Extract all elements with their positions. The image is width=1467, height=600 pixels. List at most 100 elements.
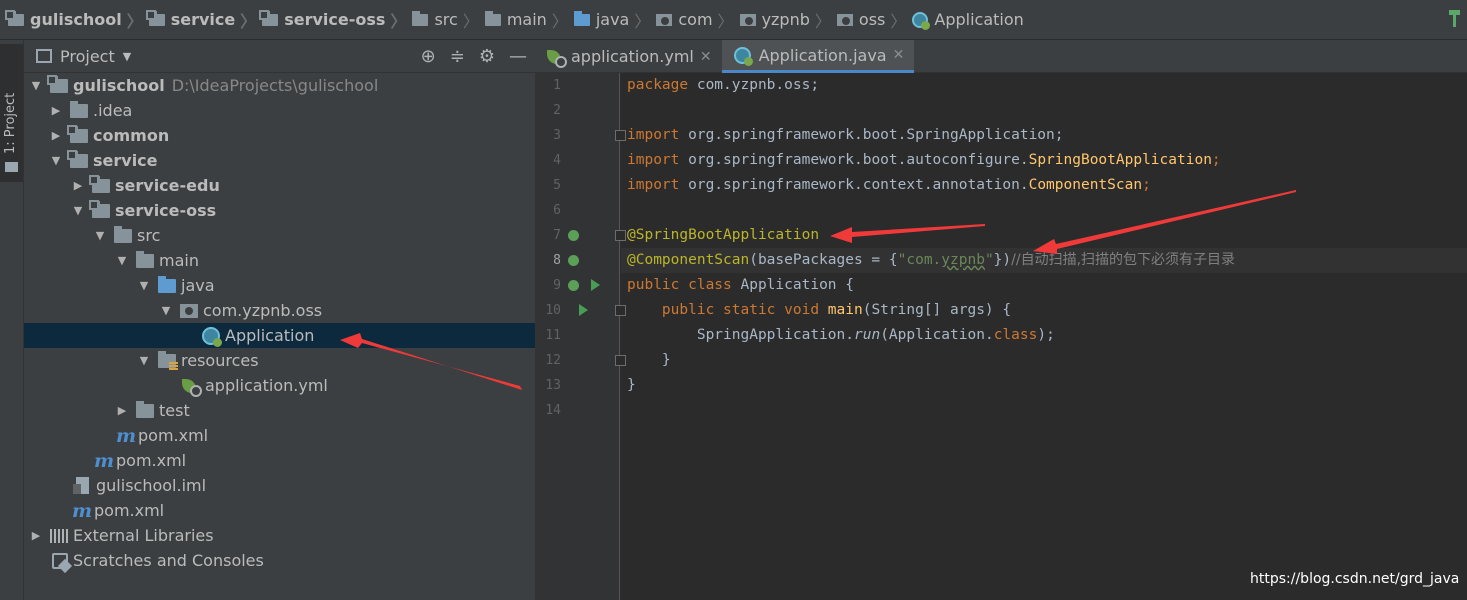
code-line-3: import org.springframework.boot.SpringAp… <box>627 127 1064 143</box>
run-class-icon[interactable] <box>591 279 600 291</box>
collapse-arrow-icon[interactable]: ▶ <box>28 529 44 542</box>
tool-window-stripe: 1: Project <box>0 40 24 600</box>
breadcrumb-item-src[interactable]: src 〉 <box>412 0 484 40</box>
breadcrumb-item-oss[interactable]: oss 〉 <box>836 0 912 40</box>
expand-arrow-icon[interactable]: ▼ <box>28 79 44 92</box>
gear-icon[interactable]: ⚙ <box>479 46 495 67</box>
package-icon <box>180 303 198 318</box>
tree-node-pom-root[interactable]: m pom.xml <box>24 498 535 523</box>
code-line-4: import org.springframework.boot.autoconf… <box>627 152 1221 168</box>
breadcrumb-item-yzpnb[interactable]: yzpnb 〉 <box>739 0 837 40</box>
line-number: 12 <box>545 353 561 368</box>
line-number: 3 <box>553 128 561 143</box>
tree-node-external-libraries[interactable]: ▶ External Libraries <box>24 523 535 548</box>
spring-bean-gutter-icon[interactable] <box>568 255 579 266</box>
tree-node-application-yml[interactable]: application.yml <box>24 373 535 398</box>
breadcrumb-item-java[interactable]: java 〉 <box>573 0 657 40</box>
folder-icon <box>114 225 132 243</box>
tree-node-idea[interactable]: ▶ .idea <box>24 98 535 123</box>
module-folder-icon <box>259 9 279 26</box>
spring-boot-class-icon <box>912 11 931 30</box>
run-main-icon[interactable] <box>579 304 588 316</box>
expand-arrow-icon[interactable]: ▼ <box>114 254 130 267</box>
tree-node-test[interactable]: ▶ test <box>24 398 535 423</box>
project-tool-tab[interactable]: 1: Project <box>0 44 23 182</box>
tree-node-src[interactable]: ▼ src <box>24 223 535 248</box>
code-line-7: @SpringBootApplication <box>627 227 820 243</box>
scratches-icon <box>52 552 68 569</box>
breadcrumb: gulischool 〉 service 〉 service-oss 〉 src 〉 m… <box>0 0 1467 40</box>
build-hammer-icon[interactable] <box>1447 8 1463 28</box>
tree-node-resources[interactable]: ▼ resources <box>24 348 535 373</box>
editor-gutter: 1 2 3 4 5 6 7 8 9 10 11 12 13 14 <box>535 73 626 600</box>
tree-node-application[interactable]: Application <box>24 323 535 348</box>
spring-bean-gutter-icon[interactable] <box>568 280 579 291</box>
expand-arrow-icon[interactable]: ▼ <box>92 229 108 242</box>
maven-icon: m <box>116 424 137 447</box>
package-icon <box>739 13 756 26</box>
collapse-arrow-icon[interactable]: ▶ <box>48 104 64 117</box>
code-line-10: public static void main(String[] args) { <box>661 302 1012 318</box>
tree-node-common[interactable]: ▶ common <box>24 123 535 148</box>
breadcrumb-item-main[interactable]: main 〉 <box>484 0 574 40</box>
code-editor[interactable]: package com.yzpnb.oss; import org.spring… <box>621 73 1467 600</box>
line-number: 9 <box>553 278 561 293</box>
code-line-1: package com.yzpnb.oss; <box>627 77 820 93</box>
close-icon[interactable]: ✕ <box>893 47 905 63</box>
chevron-down-icon[interactable]: ▼ <box>123 50 131 63</box>
tree-node-gulischool[interactable]: ▼ gulischool D:\IdeaProjects\gulischool <box>24 73 535 98</box>
resources-folder-icon <box>158 350 178 370</box>
tree-node-iml[interactable]: gulischool.iml <box>24 473 535 498</box>
tab-application-java[interactable]: Application.java ✕ <box>721 40 915 73</box>
expand-arrow-icon[interactable]: ▼ <box>158 304 174 317</box>
code-line-9: public class Application { <box>627 277 854 293</box>
tree-node-service[interactable]: ▼ service <box>24 148 535 173</box>
collapse-arrow-icon[interactable]: ▶ <box>114 404 130 417</box>
project-view-selector[interactable]: Project <box>60 47 115 66</box>
line-number: 13 <box>545 378 561 393</box>
expand-arrow-icon[interactable]: ▼ <box>136 354 152 367</box>
folder-icon <box>136 400 154 418</box>
project-tree: ▼ gulischool D:\IdeaProjects\gulischool … <box>24 73 535 600</box>
expand-arrow-icon[interactable]: ▼ <box>70 204 86 217</box>
module-folder-icon <box>67 124 88 143</box>
breadcrumb-item-gulischool[interactable]: gulischool 〉 <box>5 0 149 40</box>
minimize-icon[interactable]: — <box>509 46 527 67</box>
watermark: https://blog.csdn.net/grd_java <box>1250 571 1460 587</box>
line-number: 4 <box>553 153 561 168</box>
line-number: 14 <box>545 403 561 418</box>
breadcrumb-item-application[interactable]: Application <box>912 0 1024 40</box>
breadcrumb-item-service-oss[interactable]: service-oss 〉 <box>259 0 412 40</box>
tree-node-pom-oss[interactable]: m pom.xml <box>24 423 535 448</box>
collapse-arrow-icon[interactable]: ▶ <box>48 129 64 142</box>
spring-boot-class-icon <box>202 326 222 347</box>
tree-node-main[interactable]: ▼ main <box>24 248 535 273</box>
breadcrumb-item-service[interactable]: service 〉 <box>145 0 263 40</box>
tree-node-scratches[interactable]: Scratches and Consoles <box>24 548 535 573</box>
tree-node-service-oss[interactable]: ▼ service-oss <box>24 198 535 223</box>
package-icon <box>656 13 673 26</box>
collapse-arrow-icon[interactable]: ▶ <box>70 179 86 192</box>
line-number: 6 <box>553 203 561 218</box>
expand-arrow-icon[interactable]: ▼ <box>136 279 152 292</box>
locate-target-icon[interactable]: ⊕ <box>421 46 436 67</box>
tab-application-yml[interactable]: application.yml ✕ <box>535 40 722 73</box>
module-folder-icon <box>89 174 110 193</box>
maven-icon: m <box>94 449 115 472</box>
spring-bean-gutter-icon[interactable] <box>568 230 579 241</box>
line-number: 10 <box>545 303 561 318</box>
tree-node-service-edu[interactable]: ▶ service-edu <box>24 173 535 198</box>
spring-boot-class-icon <box>733 46 753 66</box>
breadcrumb-item-com[interactable]: com 〉 <box>656 0 739 40</box>
tree-node-package[interactable]: ▼ com.yzpnb.oss <box>24 298 535 323</box>
close-icon[interactable]: ✕ <box>700 49 712 65</box>
collapse-all-icon[interactable]: ≑ <box>450 46 465 67</box>
expand-arrow-icon[interactable]: ▼ <box>48 154 64 167</box>
folder-icon <box>70 100 88 118</box>
module-folder-icon <box>67 149 88 168</box>
tree-node-java[interactable]: ▼ java <box>24 273 535 298</box>
panel-toolbar: ⊕ ≑ ⚙ — <box>421 40 527 73</box>
tree-node-pom-service[interactable]: m pom.xml <box>24 448 535 473</box>
spring-config-icon <box>547 49 567 68</box>
project-tool-label: 1: Project <box>3 92 18 154</box>
